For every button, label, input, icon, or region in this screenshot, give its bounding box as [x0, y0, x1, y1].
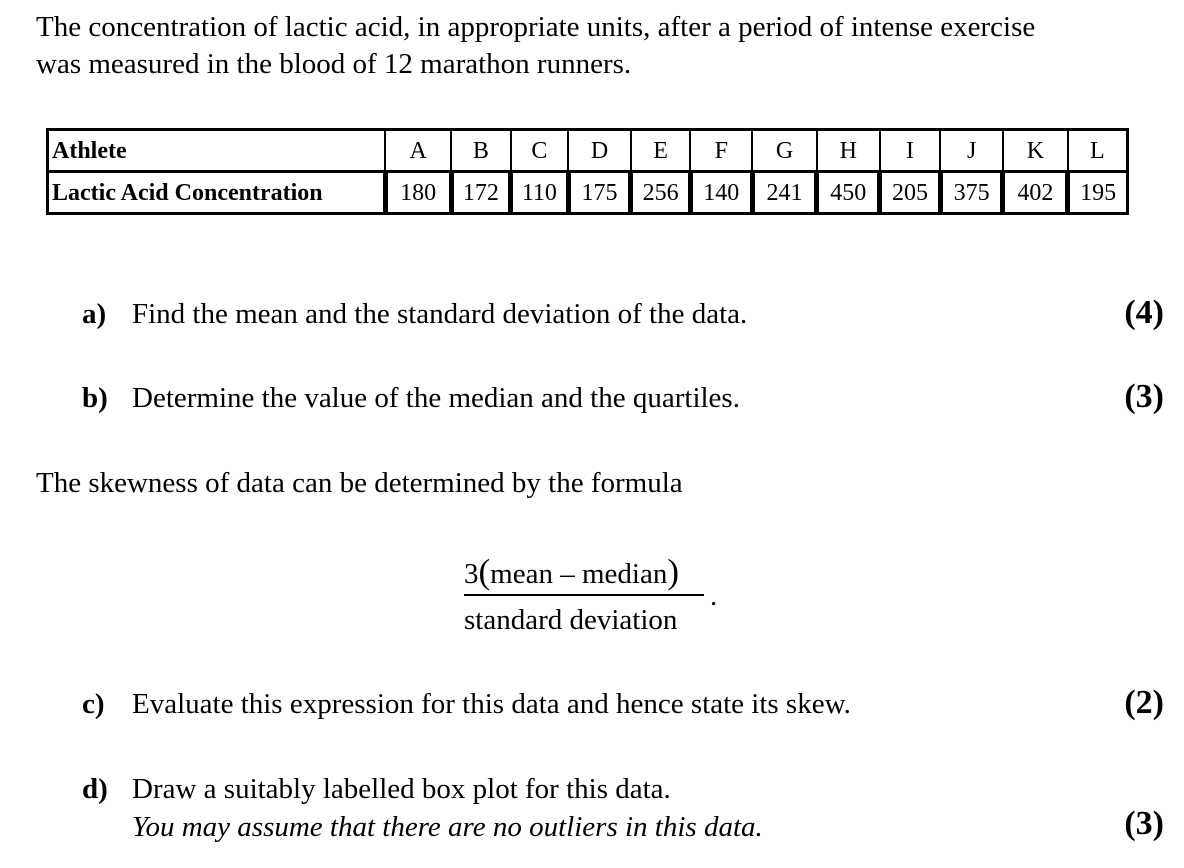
- athlete-cell: A: [384, 128, 453, 173]
- concentration-cell: 205: [877, 170, 942, 215]
- athlete-cell: J: [939, 128, 1004, 173]
- question-d: d) Draw a suitably labelled box plot for …: [82, 771, 671, 807]
- concentration-row: Lactic Acid Concentration 180 172 110 17…: [46, 170, 1129, 215]
- skewness-formula: 3(mean – median) standard deviation .: [462, 548, 722, 638]
- question-a-letter: a): [82, 298, 107, 330]
- concentration-cell: 450: [814, 170, 881, 215]
- formula-coefficient: 3: [464, 558, 479, 590]
- formula-end-punctuation: .: [710, 580, 718, 612]
- athlete-row-header: Athlete: [46, 128, 387, 173]
- concentration-cell: 180: [382, 170, 453, 215]
- concentration-row-header: Lactic Acid Concentration: [46, 170, 387, 215]
- question-d-marks: (3): [1124, 805, 1164, 842]
- question-a: a) Find the mean and the standard deviati…: [82, 296, 747, 332]
- question-c-marks: (2): [1124, 684, 1164, 721]
- question-b: b) Determine the value of the median and …: [82, 380, 740, 416]
- concentration-cell: 375: [937, 170, 1004, 215]
- formula-numerator-text: mean – median: [490, 558, 668, 590]
- skewness-intro: The skewness of data can be determined b…: [36, 467, 683, 499]
- intro-line-2: was measured in the blood of 12 marathon…: [36, 48, 632, 80]
- athlete-cell: F: [689, 128, 754, 173]
- formula-denominator: standard deviation: [464, 604, 678, 636]
- concentration-cell: 172: [448, 170, 512, 215]
- athlete-cell: C: [509, 128, 570, 173]
- concentration-cell: 195: [1065, 170, 1129, 215]
- intro-line-1: The concentration of lactic acid, in app…: [36, 11, 1036, 43]
- question-b-text: Determine the value of the median and th…: [132, 382, 740, 414]
- question-a-marks: (4): [1124, 294, 1164, 331]
- fraction-bar: [464, 594, 704, 596]
- athlete-cell: I: [878, 128, 942, 173]
- concentration-cell: 402: [1000, 170, 1069, 215]
- concentration-cell: 140: [687, 170, 754, 215]
- concentration-cell: 175: [565, 170, 632, 215]
- concentration-cell: 256: [628, 170, 692, 215]
- question-d-note: You may assume that there are no outlier…: [132, 811, 763, 843]
- concentration-cell: 241: [749, 170, 818, 215]
- question-d-letter: d): [82, 773, 108, 805]
- question-c-letter: c): [82, 688, 105, 720]
- athlete-cell: D: [567, 128, 632, 173]
- lactic-acid-table: Athlete A B C D E F G H I J K L Lactic A…: [46, 128, 1129, 215]
- question-a-text: Find the mean and the standard deviation…: [132, 298, 748, 330]
- question-b-letter: b): [82, 382, 108, 414]
- athlete-cell: L: [1066, 128, 1129, 173]
- formula-numerator: 3(mean – median): [464, 554, 679, 592]
- question-b-marks: (3): [1124, 378, 1164, 415]
- formula-open-paren: (: [478, 552, 491, 591]
- athlete-cell: E: [629, 128, 692, 173]
- question-c: c) Evaluate this expression for this data…: [82, 686, 851, 722]
- concentration-cell: 110: [508, 170, 570, 215]
- athlete-row: Athlete A B C D E F G H I J K L: [46, 128, 1129, 173]
- formula-close-paren: ): [667, 552, 679, 591]
- athlete-cell: K: [1001, 128, 1069, 173]
- question-c-text: Evaluate this expression for this data a…: [132, 688, 851, 720]
- athlete-cell: G: [751, 128, 818, 173]
- athlete-cell: B: [450, 128, 512, 173]
- athlete-cell: H: [815, 128, 881, 173]
- question-d-text: Draw a suitably labelled box plot for th…: [132, 773, 671, 805]
